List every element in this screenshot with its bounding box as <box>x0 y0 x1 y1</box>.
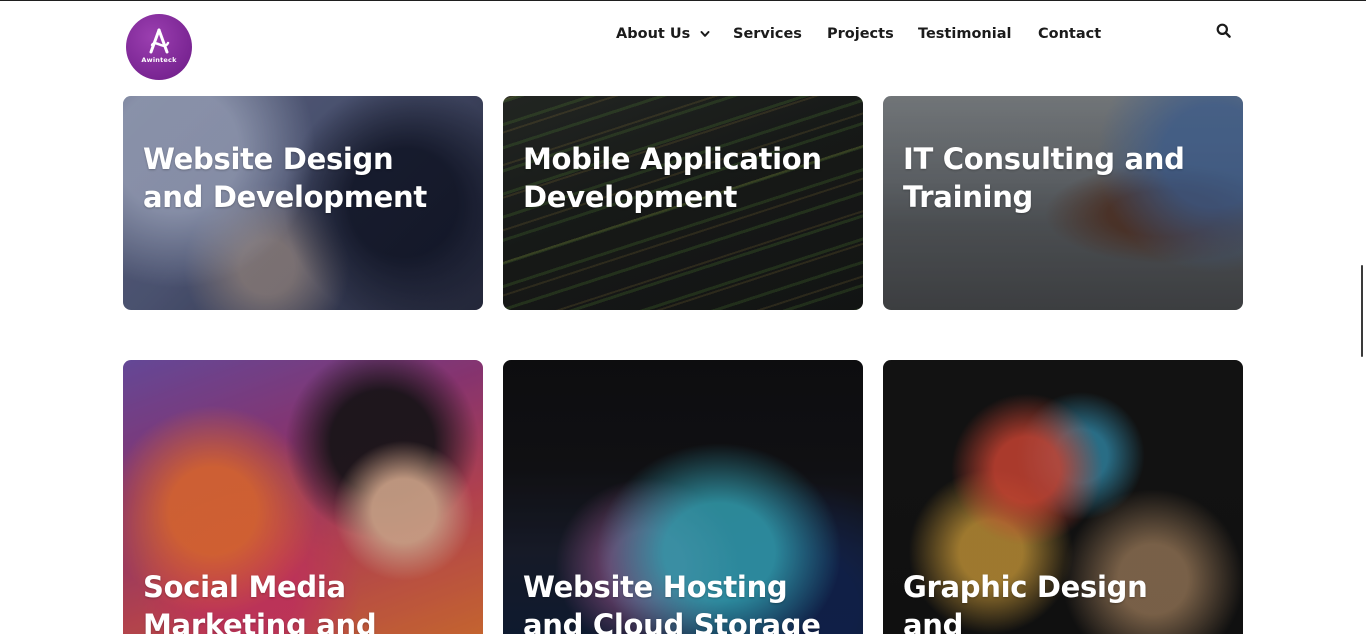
nav-item-testimonial[interactable]: Testimonial <box>918 23 1011 45</box>
search-icon <box>1216 23 1231 38</box>
nav-item-label: About Us <box>616 26 691 42</box>
card-title: Mobile Application Development <box>523 140 849 216</box>
service-card-it-consulting[interactable]: IT Consulting and Training <box>883 96 1243 310</box>
card-title-line: Mobile Application <box>523 142 822 176</box>
scrollbar-thumb[interactable] <box>1361 265 1363 357</box>
card-title-line: Social Media <box>143 570 346 604</box>
nav-item-label: Services <box>733 26 802 42</box>
card-title-line: Website Hosting <box>523 570 788 604</box>
nav-item-projects[interactable]: Projects <box>827 23 894 45</box>
card-title-line: and <box>903 608 964 634</box>
nav-item-services[interactable]: Services <box>733 23 802 45</box>
card-title: Graphic Design and <box>903 568 1229 634</box>
nav-item-about-us[interactable]: About Us <box>616 23 710 45</box>
card-title-line: Training <box>903 180 1033 214</box>
chevron-down-icon <box>700 31 710 37</box>
card-title-line: Development <box>523 180 738 214</box>
card-title-line: Website Design <box>143 142 394 176</box>
site-header: Awinteck About Us Services Projects Test… <box>0 1 1366 96</box>
card-title-line: and Cloud Storage <box>523 608 821 634</box>
nav-item-label: Testimonial <box>918 26 1012 42</box>
nav-item-label: Contact <box>1038 26 1102 42</box>
card-title: Social Media Marketing and <box>143 568 469 634</box>
card-title-line: Graphic Design <box>903 570 1148 604</box>
nav-item-contact[interactable]: Contact <box>1038 23 1101 45</box>
card-title-line: and Development <box>143 180 427 214</box>
service-card-hosting[interactable]: Website Hosting and Cloud Storage <box>503 360 863 634</box>
service-card-social-media[interactable]: Social Media Marketing and <box>123 360 483 634</box>
service-card-graphic-design[interactable]: Graphic Design and <box>883 360 1243 634</box>
service-card-mobile-app[interactable]: Mobile Application Development <box>503 96 863 310</box>
card-title-line: Marketing and <box>143 608 377 634</box>
card-title: IT Consulting and Training <box>903 140 1229 216</box>
service-card-website-design[interactable]: Website Design and Development <box>123 96 483 310</box>
main-nav: About Us Services Projects Testimonial C… <box>0 1 1366 67</box>
nav-item-label: Projects <box>827 26 894 42</box>
card-title-line: IT Consulting and <box>903 142 1185 176</box>
card-title: Website Hosting and Cloud Storage <box>523 568 849 634</box>
card-title: Website Design and Development <box>143 140 469 216</box>
search-button[interactable] <box>1215 22 1233 40</box>
